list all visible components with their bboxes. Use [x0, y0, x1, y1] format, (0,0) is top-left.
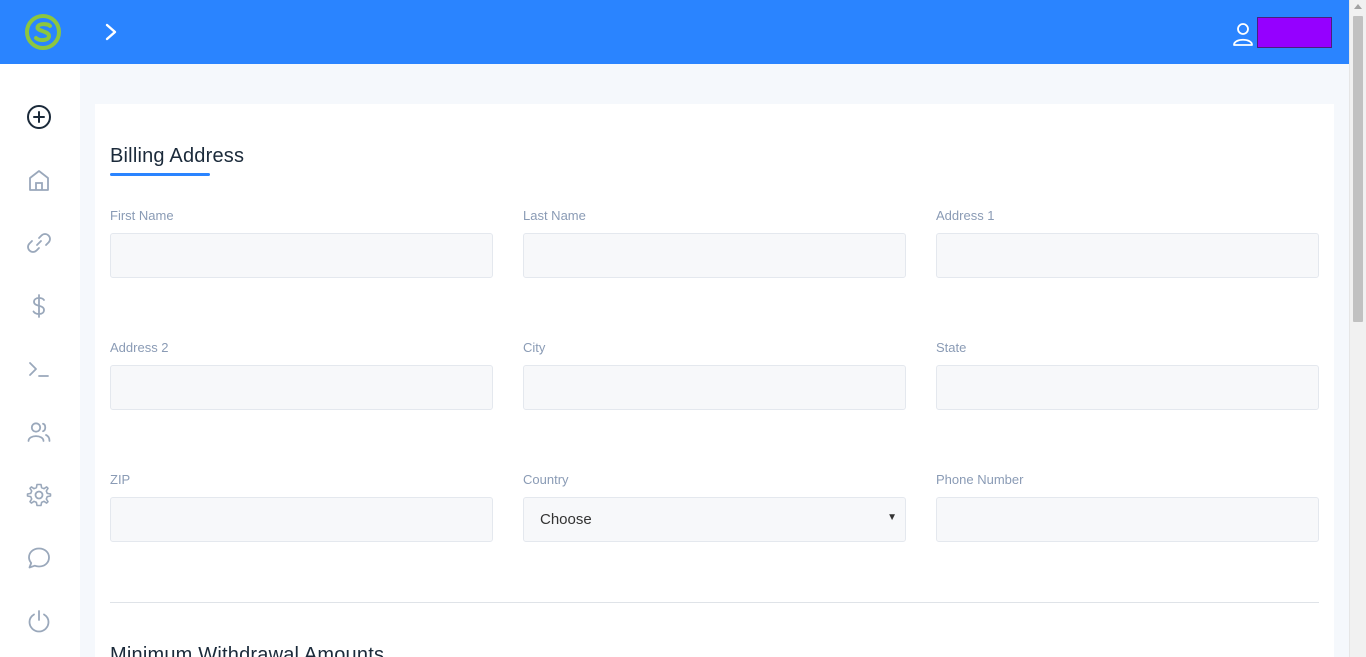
- country-label: Country: [523, 472, 569, 487]
- sidebar-item-console[interactable]: [23, 353, 55, 385]
- phone-label: Phone Number: [936, 472, 1024, 487]
- user-name-badge[interactable]: [1257, 17, 1332, 48]
- city-label: City: [523, 340, 546, 355]
- plus-circle-icon: [27, 105, 51, 129]
- withdrawal-section-title: Minimum Withdrawal Amounts: [110, 644, 385, 657]
- first-name-input[interactable]: [110, 233, 493, 278]
- sidebar-item-users[interactable]: [23, 416, 55, 448]
- users-icon: [27, 422, 51, 442]
- title-underline: [110, 173, 210, 176]
- chevron-right-icon[interactable]: [98, 18, 124, 46]
- scroll-thumb[interactable]: [1353, 16, 1363, 322]
- address2-input[interactable]: [110, 365, 493, 410]
- billing-card: Billing Address First Name Last Name Add…: [95, 104, 1334, 657]
- caret-down-icon: ▼: [887, 512, 897, 523]
- country-select[interactable]: Choose ▼: [523, 497, 906, 542]
- state-input[interactable]: [936, 365, 1319, 410]
- sidebar-item-links[interactable]: [23, 227, 55, 259]
- sidebar-item-home[interactable]: [23, 164, 55, 196]
- country-select-value: Choose: [540, 511, 592, 528]
- address1-input[interactable]: [936, 233, 1319, 278]
- zip-label: ZIP: [110, 472, 131, 487]
- home-icon: [29, 170, 49, 191]
- sidebar: [0, 64, 80, 657]
- terminal-icon: [29, 362, 49, 377]
- link-icon: [27, 233, 51, 253]
- sidebar-item-settings[interactable]: [23, 479, 55, 511]
- sidebar-item-chat[interactable]: [23, 542, 55, 574]
- sidebar-item-payments[interactable]: [23, 290, 55, 322]
- city-input[interactable]: [523, 365, 906, 410]
- sidebar-item-add[interactable]: [23, 101, 55, 133]
- top-bar: [0, 0, 1349, 64]
- chat-icon: [28, 547, 50, 569]
- dollar-icon: [32, 294, 45, 318]
- address2-label: Address 2: [110, 340, 169, 355]
- gear-icon: [26, 483, 52, 507]
- address1-label: Address 1: [936, 208, 995, 223]
- scroll-up-arrow-icon[interactable]: [1354, 4, 1362, 9]
- state-label: State: [936, 340, 967, 355]
- billing-section-title: Billing Address: [110, 145, 245, 167]
- phone-input[interactable]: [936, 497, 1319, 542]
- section-divider: [110, 602, 1319, 603]
- sidebar-item-logout[interactable]: [23, 605, 55, 637]
- last-name-input[interactable]: [523, 233, 906, 278]
- zip-input[interactable]: [110, 497, 493, 542]
- power-icon: [28, 610, 50, 633]
- user-icon[interactable]: [1230, 20, 1256, 48]
- last-name-label: Last Name: [523, 208, 586, 223]
- first-name-label: First Name: [110, 208, 174, 223]
- page-scrollbar[interactable]: [1349, 0, 1366, 657]
- s-logo-icon[interactable]: [25, 14, 61, 50]
